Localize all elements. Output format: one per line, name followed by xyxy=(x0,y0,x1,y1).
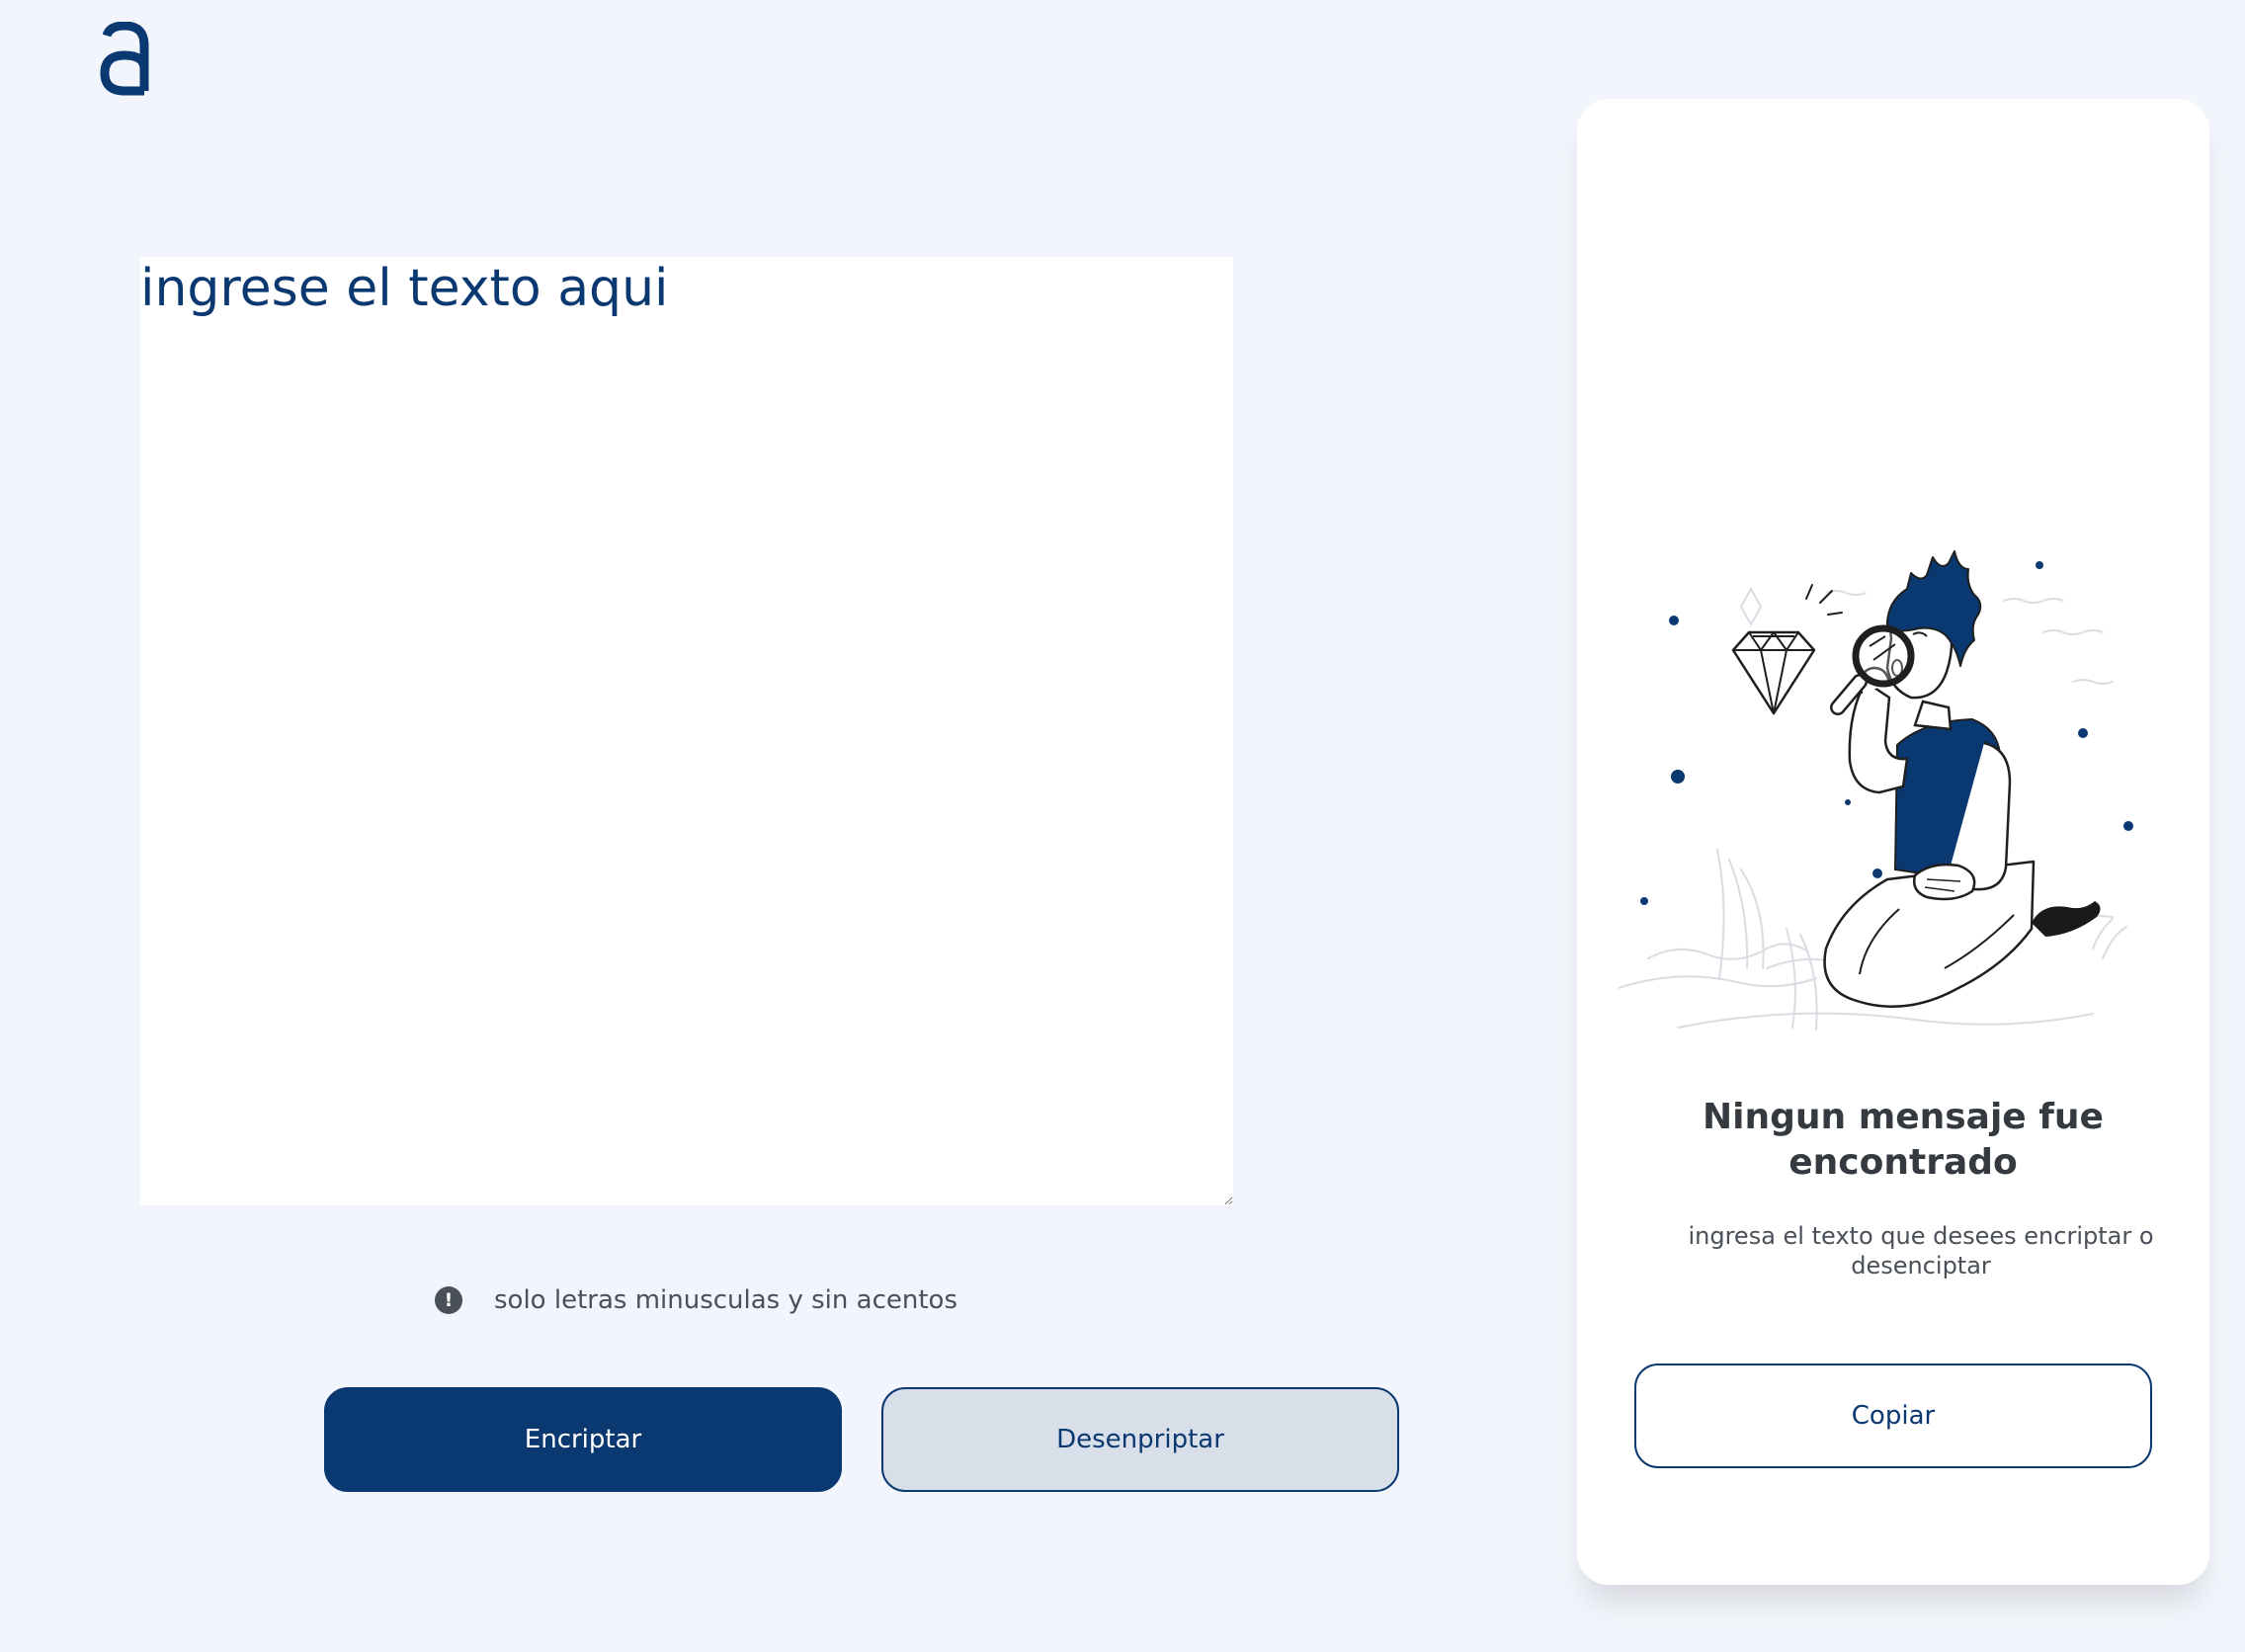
encrypt-button[interactable]: Encriptar xyxy=(324,1387,842,1492)
alura-logo-icon xyxy=(100,22,149,96)
decrypt-button[interactable]: Desenpriptar xyxy=(881,1387,1399,1492)
person-with-magnifying-glass-illustration xyxy=(1619,550,2133,1031)
message-input[interactable] xyxy=(140,257,1233,1205)
empty-state-subtitle: ingresa el texto que desees encriptar o … xyxy=(1688,1222,2154,1280)
input-hint: ! solo letras minusculas y sin acentos xyxy=(435,1280,957,1320)
hint-text: solo letras minusculas y sin acentos xyxy=(494,1285,958,1315)
exclamation-circle-icon: ! xyxy=(435,1286,462,1314)
empty-state-title: Ningun mensaje fue encontrado xyxy=(1703,1097,2104,1183)
output-panel: Ningun mensaje fue encontrado ingresa el… xyxy=(1577,99,2209,1585)
copy-button[interactable]: Copiar xyxy=(1634,1363,2152,1468)
